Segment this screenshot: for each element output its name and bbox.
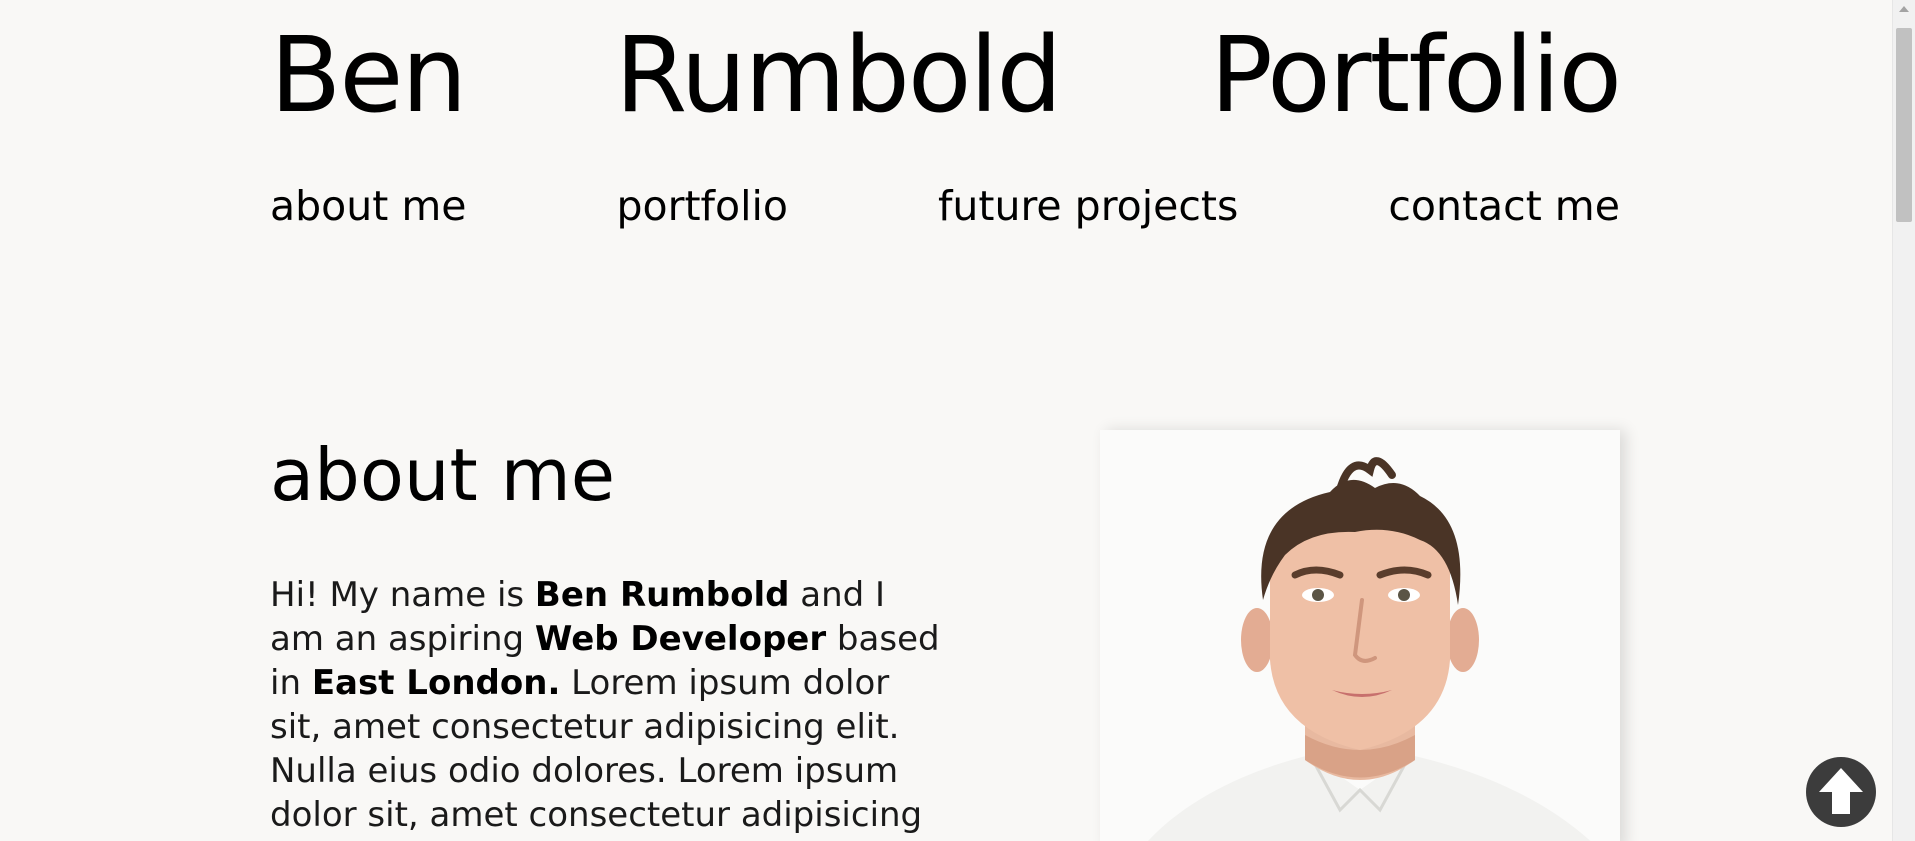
site-title-word-2: Rumbold [615, 14, 1062, 136]
portrait-photo [1148, 457, 1591, 841]
arrow-up-circle-icon [1806, 757, 1876, 827]
nav-link-portfolio[interactable]: portfolio [617, 176, 788, 236]
scrollbar-thumb[interactable] [1896, 28, 1912, 222]
nav-link-future-projects[interactable]: future projects [938, 176, 1238, 236]
site-title-word-1: Ben [270, 14, 467, 136]
page: Ben Rumbold Portfolio about me portfolio… [0, 0, 1915, 841]
about-paragraph: Hi! My name is Ben Rumbold and I am an a… [270, 573, 940, 841]
about-heading: about me [270, 433, 616, 517]
page-scrollbar[interactable] [1892, 0, 1915, 841]
site-title: Ben Rumbold Portfolio [270, 10, 1622, 140]
about-text-part-1: Hi! My name is [270, 575, 535, 615]
about-name: Ben Rumbold [534, 575, 790, 615]
site-title-word-3: Portfolio [1210, 14, 1622, 136]
portrait-card [1100, 430, 1620, 841]
about-location: East London. [311, 663, 561, 703]
back-to-top-button[interactable] [1805, 756, 1877, 828]
main-nav: about me portfolio future projects conta… [270, 176, 1620, 236]
about-role: Web Developer [534, 619, 827, 659]
scroll-up-arrow-icon[interactable] [1899, 6, 1909, 12]
nav-link-contact-me[interactable]: contact me [1388, 176, 1620, 236]
nav-link-about-me[interactable]: about me [270, 176, 467, 236]
